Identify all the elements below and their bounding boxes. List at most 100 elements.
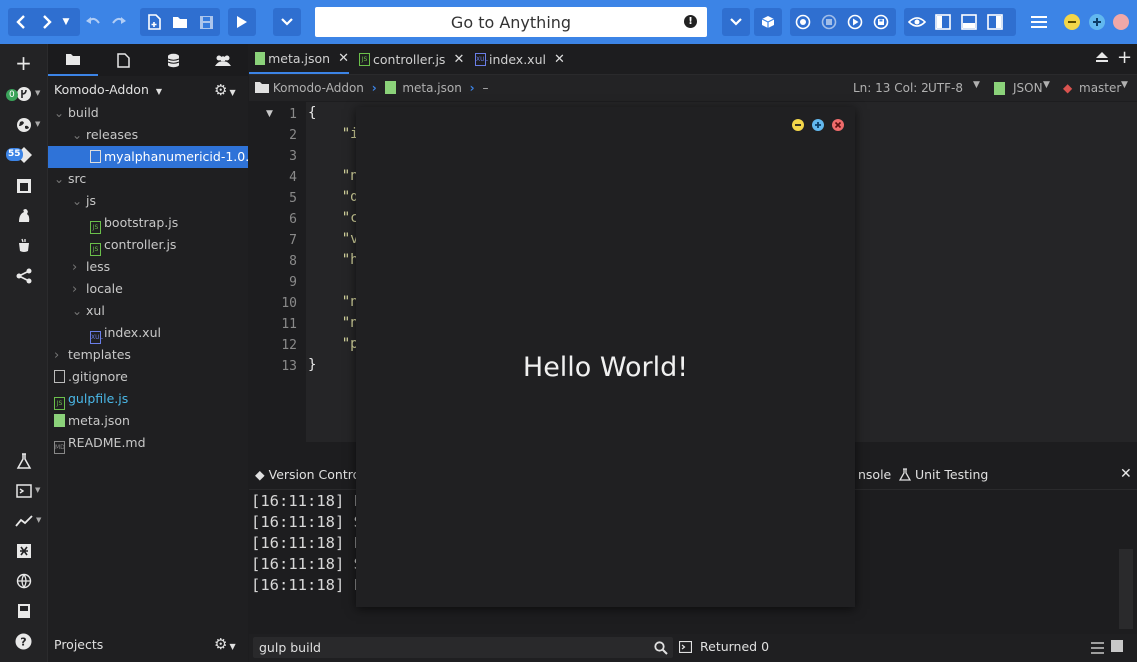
tab-list-icon[interactable] (1095, 51, 1109, 67)
redo-icon[interactable] (106, 8, 132, 36)
dialog-close-button[interactable] (832, 119, 844, 131)
record-macro-icon[interactable] (790, 8, 816, 36)
save-macro-icon[interactable] (868, 8, 894, 36)
language-selector[interactable]: JSON (1013, 81, 1043, 95)
toggle-left-pane-icon[interactable] (930, 8, 956, 36)
package-icon[interactable] (755, 8, 781, 36)
tree-item[interactable]: ⌄ js (48, 190, 248, 212)
open-files-tab-icon[interactable] (98, 44, 148, 76)
komodo-icon[interactable] (0, 538, 47, 564)
tree-item[interactable]: › templates (48, 344, 248, 366)
minimize-window-button[interactable] (1064, 14, 1080, 30)
cursor-position[interactable]: Ln: 13 Col: 2 (853, 81, 929, 95)
flask-icon[interactable] (0, 448, 47, 474)
close-window-button[interactable] (1113, 14, 1129, 30)
branch-selector[interactable]: master (1079, 81, 1121, 95)
dialog-maximize-button[interactable] (812, 119, 824, 131)
vcs-dropdown-icon[interactable]: ▼ (35, 89, 40, 97)
breadcrumb-project[interactable]: Komodo-Addon (273, 81, 364, 95)
toggle-right-pane-icon[interactable] (982, 8, 1008, 36)
cup-icon[interactable] (0, 233, 47, 259)
share-icon[interactable] (0, 263, 47, 289)
breadcrumb-symbol[interactable]: – (482, 81, 488, 95)
tree-item[interactable]: › locale (48, 278, 248, 300)
notification-icon[interactable]: ! (684, 15, 697, 28)
dialog-minimize-button[interactable] (792, 119, 804, 131)
tree-item[interactable]: ⌄ build (48, 102, 248, 124)
database-tab-icon[interactable] (148, 44, 198, 76)
close-tab-icon[interactable]: ✕ (338, 51, 349, 66)
tab-controller-js[interactable]: JS controller.js ✕ (359, 44, 464, 74)
close-pane-icon[interactable]: ✕ (1120, 466, 1132, 482)
chevron-down-icon[interactable] (274, 8, 300, 36)
expanded-chevron-icon[interactable]: ⌄ (72, 300, 82, 322)
toolbox-icon[interactable] (0, 173, 47, 199)
tab-unit-testing[interactable]: Unit Testing (898, 467, 988, 482)
snippet-icon[interactable] (0, 203, 47, 229)
history-dropdown-icon[interactable]: ▼ (56, 8, 76, 36)
chart-dropdown-icon[interactable]: ▼ (36, 516, 41, 524)
tree-item[interactable]: JS gulpfile.js (48, 388, 248, 410)
help-icon[interactable]: ? (0, 628, 47, 654)
world-icon[interactable] (0, 568, 47, 594)
stop-icon[interactable] (1111, 640, 1123, 652)
tree-item[interactable]: JS controller.js (48, 234, 248, 256)
close-tab-icon[interactable]: ✕ (453, 52, 464, 67)
notifications-icon[interactable]: 55 (0, 142, 47, 168)
globe-dropdown-icon[interactable]: ▼ (35, 120, 40, 128)
expanded-chevron-icon[interactable]: ⌄ (72, 190, 82, 212)
tab-version-control[interactable]: ◆ Version Control (255, 467, 364, 482)
log-scrollbar[interactable] (1119, 549, 1133, 629)
toggle-bottom-pane-icon[interactable] (956, 8, 982, 36)
tree-item[interactable]: ⌄ releases (48, 124, 248, 146)
tree-item[interactable]: XULindex.xul (48, 322, 248, 344)
vcs-icon[interactable]: 0 ▼ (0, 81, 47, 107)
language-dropdown-icon[interactable]: ▼ (1043, 80, 1050, 90)
tree-item[interactable]: MD README.md (48, 432, 248, 454)
places-tab-icon[interactable] (48, 44, 98, 76)
tree-item[interactable]: myalphanumericid-1.0.xpi (48, 146, 268, 168)
book-icon[interactable] (0, 598, 47, 624)
project-dropdown-icon[interactable]: ▼ (156, 87, 162, 96)
collapsed-chevron-icon[interactable]: › (72, 257, 82, 279)
expanded-chevron-icon[interactable]: ⌄ (72, 124, 82, 146)
list-icon[interactable] (1091, 642, 1104, 654)
command-input[interactable]: gulp build (253, 637, 673, 658)
add-icon[interactable]: + (0, 50, 47, 76)
encoding-selector[interactable]: UTF-8 (928, 81, 963, 95)
expanded-chevron-icon[interactable]: ⌄ (54, 168, 64, 190)
hamburger-menu-icon[interactable] (1026, 8, 1052, 36)
eye-icon[interactable] (904, 8, 930, 36)
save-icon[interactable] (193, 8, 219, 36)
branch-dropdown-icon[interactable]: ▼ (1121, 80, 1128, 90)
tree-item[interactable]: .gitignore (48, 366, 248, 388)
tree-item[interactable]: JS bootstrap.js (48, 212, 248, 234)
tab-meta-json[interactable]: meta.json ✕ (249, 44, 349, 74)
project-settings-icon[interactable]: ⚙ ▼ (214, 81, 236, 99)
users-tab-icon[interactable] (198, 44, 248, 76)
encoding-dropdown-icon[interactable]: ▼ (973, 80, 980, 90)
tab-index-xul[interactable]: XUL index.xul ✕ (475, 44, 565, 74)
projects-settings-icon[interactable]: ⚙ ▼ (214, 635, 236, 653)
tree-item[interactable]: ⌄ src (48, 168, 248, 190)
open-folder-icon[interactable] (167, 8, 193, 36)
stop-macro-icon[interactable] (816, 8, 842, 36)
breadcrumb-file[interactable]: meta.json (402, 81, 461, 95)
tree-item[interactable]: › less (48, 256, 248, 278)
terminal-dropdown-icon[interactable]: ▼ (35, 486, 40, 494)
back-icon[interactable] (8, 8, 34, 36)
expanded-chevron-icon[interactable]: ⌄ (54, 102, 64, 124)
maximize-window-button[interactable] (1089, 14, 1105, 30)
goto-dropdown-icon[interactable] (723, 8, 749, 36)
collapsed-chevron-icon[interactable]: › (54, 345, 64, 367)
search-icon[interactable] (654, 641, 668, 655)
go-to-anything-bar[interactable]: Go to Anything ! (315, 7, 707, 37)
terminal-icon[interactable]: ▼ (0, 478, 47, 504)
undo-icon[interactable] (80, 8, 106, 36)
close-tab-icon[interactable]: ✕ (554, 52, 565, 67)
play-macro-icon[interactable] (842, 8, 868, 36)
project-selector[interactable]: Komodo-Addon ▼ (54, 82, 162, 97)
tree-item[interactable]: ⌄ xul (48, 300, 248, 322)
collapsed-chevron-icon[interactable]: › (72, 279, 82, 301)
new-file-icon[interactable] (142, 8, 168, 36)
